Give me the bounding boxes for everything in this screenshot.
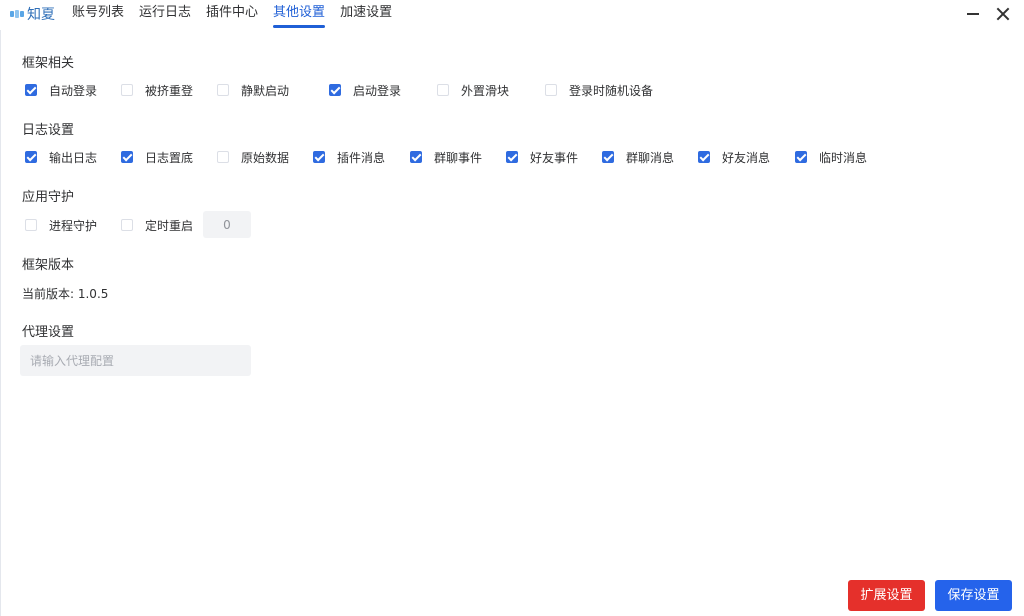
checkbox-box[interactable] <box>121 151 133 163</box>
proxy-section-title: 代理设置 <box>22 325 75 340</box>
minimize-button[interactable] <box>962 2 986 26</box>
friend-event-checkbox[interactable]: 好友事件 <box>506 148 578 166</box>
checkbox-box[interactable] <box>545 84 557 96</box>
checkbox-box[interactable] <box>698 151 710 163</box>
checkbox-label: 输出日志 <box>49 150 98 165</box>
raw-data-checkbox[interactable]: 原始数据 <box>217 148 289 166</box>
minimize-icon <box>967 13 979 15</box>
checkbox-label: 原始数据 <box>241 150 290 165</box>
restart-interval-input[interactable] <box>203 211 251 238</box>
close-button[interactable] <box>992 2 1016 26</box>
app-title: 知夏 <box>27 7 55 23</box>
checkbox-box[interactable] <box>25 219 37 231</box>
tab-account-list[interactable]: 账号列表 <box>72 0 124 30</box>
group-event-checkbox[interactable]: 群聊事件 <box>410 148 482 166</box>
checkbox-box[interactable] <box>121 219 133 231</box>
checkbox-label: 外置滑块 <box>461 83 510 98</box>
relogin-on-kick-checkbox[interactable]: 被挤重登 <box>121 81 193 99</box>
checkbox-label: 启动登录 <box>353 83 402 98</box>
checkbox-label: 自动登录 <box>49 83 98 98</box>
framework-section-title: 框架相关 <box>22 56 75 71</box>
startup-login-checkbox[interactable]: 启动登录 <box>329 81 401 99</box>
plugin-message-checkbox[interactable]: 插件消息 <box>313 148 385 166</box>
log-to-bottom-checkbox[interactable]: 日志置底 <box>121 148 193 166</box>
temp-message-checkbox[interactable]: 临时消息 <box>795 148 867 166</box>
logo-icon <box>10 10 24 18</box>
app-logo: 知夏 <box>10 4 55 24</box>
auto-login-checkbox[interactable]: 自动登录 <box>25 81 97 99</box>
extend-settings-button[interactable]: 扩展设置 <box>848 580 925 611</box>
checkbox-box[interactable] <box>25 84 37 96</box>
checkbox-box[interactable] <box>506 151 518 163</box>
log-section-title: 日志设置 <box>22 123 75 138</box>
checkbox-box[interactable] <box>217 151 229 163</box>
tab-bar: 账号列表 运行日志 插件中心 其他设置 加速设置 <box>72 0 407 30</box>
checkbox-label: 静默启动 <box>241 83 290 98</box>
silent-start-checkbox[interactable]: 静默启动 <box>217 81 289 99</box>
window-controls <box>956 2 1016 26</box>
proxy-input[interactable] <box>20 345 251 376</box>
window-left-border <box>0 30 1 616</box>
checkbox-label: 好友事件 <box>530 150 579 165</box>
checkbox-label: 被挤重登 <box>145 83 194 98</box>
checkbox-box[interactable] <box>313 151 325 163</box>
guard-section-title: 应用守护 <box>22 190 75 205</box>
checkbox-label: 进程守护 <box>49 218 98 233</box>
checkbox-label: 定时重启 <box>145 218 194 233</box>
title-bar: 知夏 账号列表 运行日志 插件中心 其他设置 加速设置 <box>0 0 1024 30</box>
checkbox-box[interactable] <box>217 84 229 96</box>
checkbox-box[interactable] <box>329 84 341 96</box>
save-settings-button[interactable]: 保存设置 <box>935 580 1012 611</box>
checkbox-box[interactable] <box>410 151 422 163</box>
process-guard-checkbox[interactable]: 进程守护 <box>25 216 97 234</box>
checkbox-box[interactable] <box>25 151 37 163</box>
tab-other-settings[interactable]: 其他设置 <box>273 0 326 30</box>
checkbox-label: 群聊事件 <box>434 150 483 165</box>
random-device-checkbox[interactable]: 登录时随机设备 <box>545 81 653 99</box>
checkbox-box[interactable] <box>121 84 133 96</box>
group-message-checkbox[interactable]: 群聊消息 <box>602 148 674 166</box>
tab-plugin-center[interactable]: 插件中心 <box>206 0 258 30</box>
timed-restart-checkbox[interactable]: 定时重启 <box>121 216 193 234</box>
checkbox-box[interactable] <box>437 84 449 96</box>
checkbox-label: 群聊消息 <box>626 150 675 165</box>
checkbox-label: 临时消息 <box>819 150 868 165</box>
tab-accel-settings[interactable]: 加速设置 <box>340 0 392 30</box>
checkbox-box[interactable] <box>795 151 807 163</box>
friend-message-checkbox[interactable]: 好友消息 <box>698 148 770 166</box>
external-slider-checkbox[interactable]: 外置滑块 <box>437 81 509 99</box>
checkbox-label: 登录时随机设备 <box>569 83 654 98</box>
current-version-text: 当前版本: 1.0.5 <box>22 287 109 301</box>
output-log-checkbox[interactable]: 输出日志 <box>25 148 97 166</box>
checkbox-label: 好友消息 <box>722 150 771 165</box>
version-section-title: 框架版本 <box>22 258 75 273</box>
checkbox-label: 日志置底 <box>145 150 194 165</box>
checkbox-box[interactable] <box>602 151 614 163</box>
tab-run-log[interactable]: 运行日志 <box>139 0 191 30</box>
checkbox-label: 插件消息 <box>337 150 386 165</box>
